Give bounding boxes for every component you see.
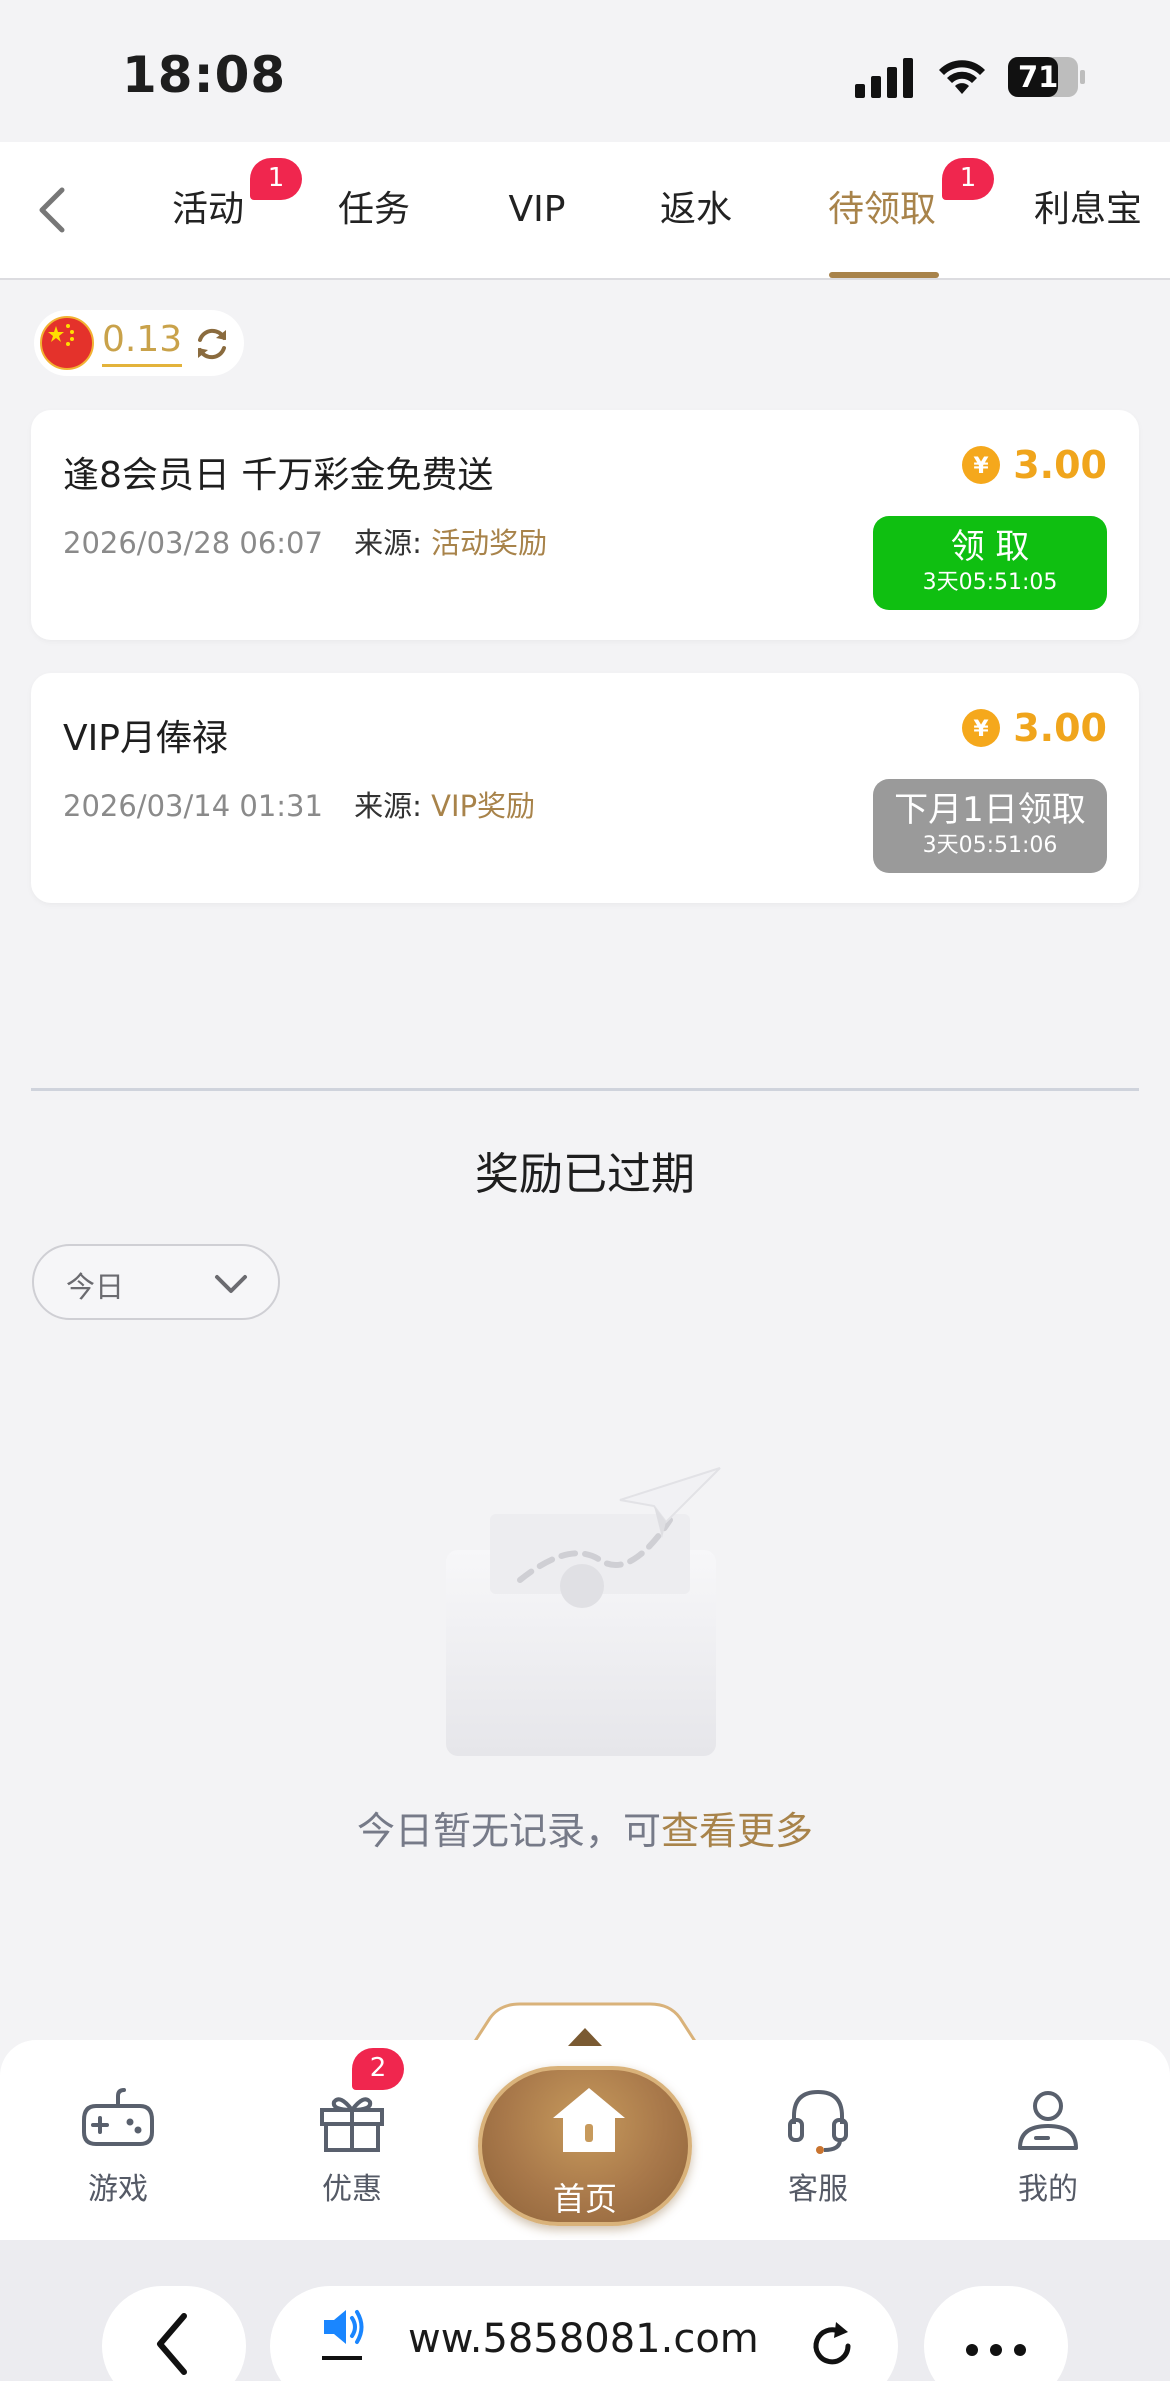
reward-card: 逢8会员日 千万彩金免费送 2026/03/28 06:07 来源: 活动奖励 … <box>31 410 1139 640</box>
more-icon <box>966 2344 1026 2356</box>
chevron-down-icon <box>215 1275 247 1293</box>
nav-promotions[interactable]: 优惠 <box>282 2080 422 2208</box>
claim-countdown: 3天05:51:05 <box>922 570 1058 595</box>
claim-button[interactable]: 领 取 3天05:51:05 <box>873 516 1107 610</box>
empty-state-message: 今日暂无记录，可 <box>356 1809 661 1853</box>
reward-source: VIP奖励 <box>431 789 536 823</box>
reload-icon[interactable] <box>806 2320 858 2372</box>
tab-activity-badge: 1 <box>250 158 302 200</box>
tab-interest[interactable]: 利息宝 <box>1030 180 1146 240</box>
nav-profile[interactable]: 我的 <box>978 2080 1118 2208</box>
reward-source-label: 来源: <box>354 789 422 823</box>
svg-text:¥: ¥ <box>974 717 990 742</box>
tab-rebate[interactable]: 返水 <box>658 180 734 240</box>
reward-date: 2026/03/14 01:31 <box>63 789 323 823</box>
nav-home-button[interactable]: 首页 <box>478 2066 692 2226</box>
browser-back-button[interactable] <box>102 2286 246 2381</box>
balance-pill: 0.13 <box>34 310 244 376</box>
tab-vip[interactable]: VIP <box>506 180 568 240</box>
headset-icon <box>788 2089 848 2154</box>
reward-source-label: 来源: <box>354 526 422 560</box>
nav-support[interactable]: 客服 <box>748 2080 888 2208</box>
signal-icon <box>855 58 913 98</box>
section-divider <box>31 1088 1139 1091</box>
refresh-icon[interactable] <box>192 324 232 364</box>
address-bar[interactable]: ww.5858081.com <box>270 2286 898 2381</box>
tab-tasks[interactable]: 任务 <box>336 180 412 240</box>
url-text: ww.5858081.com <box>408 2316 759 2362</box>
nav-expand-arrow-icon[interactable] <box>566 2026 604 2048</box>
date-filter-select[interactable]: 今日 <box>32 1244 280 1320</box>
nav-profile-label: 我的 <box>1018 2172 1078 2207</box>
date-filter-value: 今日 <box>66 1270 125 1304</box>
balance-value: 0.13 <box>102 318 183 367</box>
reward-meta: 2026/03/14 01:31 来源: VIP奖励 <box>63 783 535 825</box>
reward-amount-value: 3.00 <box>1013 706 1107 750</box>
reward-source: 活动奖励 <box>431 526 548 560</box>
tab-pending-badge: 1 <box>942 158 994 200</box>
claim-countdown: 3天05:51:06 <box>922 833 1058 858</box>
nav-promotions-badge: 2 <box>352 2048 404 2090</box>
empty-box-icon <box>446 1467 721 1756</box>
expired-section-title: 奖励已过期 <box>475 1149 695 1200</box>
browser-toolbar: ww.5858081.com <box>0 2240 1170 2381</box>
claim-button-label: 下月1日领取 <box>894 790 1086 830</box>
home-icon <box>553 2088 625 2152</box>
reward-meta: 2026/03/28 06:07 来源: 活动奖励 <box>63 520 547 562</box>
speaker-icon[interactable] <box>318 2306 368 2366</box>
reward-title: 逢8会员日 千万彩金免费送 <box>63 455 494 496</box>
nav-games[interactable]: 游戏 <box>48 2080 188 2208</box>
tab-bar: 活动 1 任务 VIP 返水 待领取 1 利息宝 <box>0 142 1170 280</box>
back-chevron-icon[interactable] <box>26 180 82 240</box>
status-time: 18:08 <box>122 46 287 104</box>
china-flag-icon <box>40 316 94 370</box>
nav-promotions-label: 优惠 <box>322 2172 382 2207</box>
reward-amount: ¥ 3.00 <box>961 440 1107 490</box>
battery-level: 71 <box>1018 60 1059 94</box>
browser-more-button[interactable] <box>924 2286 1068 2381</box>
gamepad-icon <box>82 2088 154 2146</box>
battery-icon: 71 <box>1008 57 1086 97</box>
svg-text:¥: ¥ <box>974 454 990 479</box>
tab-pending[interactable]: 待领取 <box>824 180 940 240</box>
nav-home-label: 首页 <box>552 2180 617 2218</box>
claim-button-label: 领 取 <box>950 527 1030 567</box>
back-arrow-icon <box>157 2313 187 2375</box>
reward-amount: ¥ 3.00 <box>961 703 1107 753</box>
coin-icon: ¥ <box>962 446 1001 484</box>
active-tab-indicator <box>829 272 939 278</box>
view-more-link[interactable]: 查看更多 <box>661 1809 813 1853</box>
reward-title: VIP月俸禄 <box>63 718 228 759</box>
status-bar: 18:08 71 <box>0 0 1170 142</box>
coin-icon: ¥ <box>962 709 1001 747</box>
reward-amount-value: 3.00 <box>1013 443 1107 487</box>
user-icon <box>1018 2091 1078 2150</box>
reward-date: 2026/03/28 06:07 <box>63 526 323 560</box>
wifi-icon <box>939 60 985 94</box>
claim-next-month-button[interactable]: 下月1日领取 3天05:51:06 <box>873 779 1107 873</box>
nav-games-label: 游戏 <box>88 2172 148 2207</box>
nav-support-label: 客服 <box>788 2172 848 2207</box>
empty-state-text: 今日暂无记录，可查看更多 <box>0 1800 1170 1855</box>
tab-activity[interactable]: 活动 <box>170 180 246 240</box>
gift-icon <box>320 2097 384 2152</box>
reward-card: VIP月俸禄 2026/03/14 01:31 来源: VIP奖励 ¥ 3.00… <box>31 673 1139 903</box>
